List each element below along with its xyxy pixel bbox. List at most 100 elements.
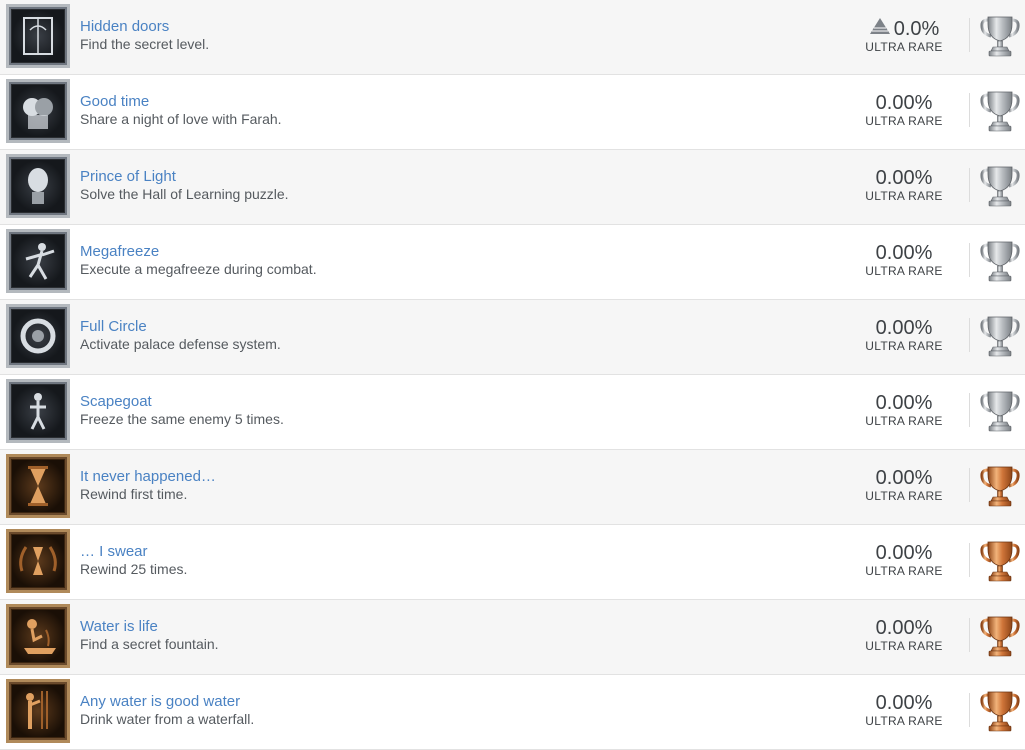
trophy-row: Full Circle Activate palace defense syst… [0, 300, 1025, 375]
trophy-name-link[interactable]: It never happened… [80, 468, 216, 486]
trophy-thumbnail[interactable] [6, 154, 70, 218]
trophy-percent: 0.00% [859, 392, 949, 414]
trophy-row: It never happened… Rewind first time. 0.… [0, 450, 1025, 525]
trophy-percent: 0.00% [859, 692, 949, 714]
trophy-text: Any water is good water Drink water from… [80, 693, 254, 728]
trophy-rarity-label: ULTRA RARE [865, 714, 943, 728]
enemy-icon [11, 384, 65, 438]
bronze-trophy-icon [979, 614, 1021, 658]
bronze-trophy-icon [979, 464, 1021, 508]
divider [969, 618, 970, 652]
trophy-text: Water is life Find a secret fountain. [80, 618, 219, 653]
trophy-row: … I swear Rewind 25 times. 0.00% ULTRA R… [0, 525, 1025, 600]
trophy-list: Hidden doors Find the secret level. 0.0%… [0, 0, 1025, 750]
trophy-description: Find the secret level. [80, 36, 210, 52]
trophy-thumbnail[interactable] [6, 679, 70, 743]
trophy-name-link[interactable]: Hidden doors [80, 18, 209, 36]
trophy-name-link[interactable]: Full Circle [80, 318, 281, 336]
trophy-rarity-label: ULTRA RARE [865, 189, 943, 203]
doors-icon [11, 9, 65, 63]
trophy-name-link[interactable]: … I swear [80, 543, 187, 561]
laurel-hourglass-icon [11, 534, 65, 588]
trophy-thumbnail[interactable] [6, 454, 70, 518]
trophy-thumbnail[interactable] [6, 529, 70, 593]
combat-icon [11, 234, 65, 288]
trophy-text: It never happened… Rewind first time. [80, 468, 216, 503]
trophy-text: Prince of Light Solve the Hall of Learni… [80, 168, 289, 203]
silver-trophy-icon [979, 89, 1021, 133]
trophy-name-link[interactable]: Water is life [80, 618, 219, 636]
divider [969, 168, 970, 202]
trophy-rarity-label: ULTRA RARE [865, 339, 943, 353]
trophy-row: Scapegoat Freeze the same enemy 5 times.… [0, 375, 1025, 450]
trophy-rarity: 0.00% ULTRA RARE [859, 467, 949, 504]
trophy-thumbnail[interactable] [6, 379, 70, 443]
trophy-row: Any water is good water Drink water from… [0, 675, 1025, 750]
trophy-name-link[interactable]: Prince of Light [80, 168, 289, 186]
trophy-rarity-label: ULTRA RARE [865, 564, 943, 578]
trophy-percent: 0.00% [859, 467, 949, 489]
trophy-row: Water is life Find a secret fountain. 0.… [0, 600, 1025, 675]
trophy-text: Megafreeze Execute a megafreeze during c… [80, 243, 317, 278]
trophy-description: Execute a megafreeze during combat. [80, 261, 317, 277]
trophy-rarity: 0.00% ULTRA RARE [859, 692, 949, 729]
trophy-description: Solve the Hall of Learning puzzle. [80, 186, 289, 202]
divider [969, 468, 970, 502]
trophy-description: Drink water from a waterfall. [80, 711, 255, 727]
trophy-name-link[interactable]: Good time [80, 93, 282, 111]
trophy-percent: 0.0% [859, 17, 949, 40]
trophy-thumbnail[interactable] [6, 4, 70, 68]
trophy-thumbnail[interactable] [6, 229, 70, 293]
trophy-percent: 0.00% [859, 542, 949, 564]
trophy-description: Rewind first time. [80, 486, 188, 502]
trophy-percent-value: 0.00% [875, 617, 933, 639]
trophy-rarity: 0.00% ULTRA RARE [859, 242, 949, 279]
ring-icon [11, 309, 65, 363]
trophy-row: Good time Share a night of love with Far… [0, 75, 1025, 150]
silver-trophy-icon [979, 14, 1021, 58]
trophy-description: Activate palace defense system. [80, 336, 281, 352]
trophy-rarity-label: ULTRA RARE [865, 40, 943, 54]
trophy-rarity-label: ULTRA RARE [865, 264, 943, 278]
trophy-rarity-label: ULTRA RARE [865, 414, 943, 428]
trophy-percent-value: 0.00% [875, 692, 933, 714]
trophy-name-link[interactable]: Scapegoat [80, 393, 284, 411]
divider [969, 318, 970, 352]
trophy-percent-value: 0.0% [893, 17, 940, 40]
trophy-percent-value: 0.00% [875, 467, 933, 489]
kiss-icon [11, 84, 65, 138]
trophy-name-link[interactable]: Megafreeze [80, 243, 317, 261]
trophy-text: Full Circle Activate palace defense syst… [80, 318, 281, 353]
trophy-percent: 0.00% [859, 92, 949, 114]
trophy-thumbnail[interactable] [6, 604, 70, 668]
trophy-rarity: 0.0% ULTRA RARE [859, 17, 949, 55]
trophy-description: Share a night of love with Farah. [80, 111, 282, 127]
trophy-percent-value: 0.00% [875, 542, 933, 564]
trophy-row: Hidden doors Find the secret level. 0.0%… [0, 0, 1025, 75]
trophy-percent: 0.00% [859, 317, 949, 339]
bronze-trophy-icon [979, 689, 1021, 733]
divider [969, 18, 970, 52]
trophy-text: … I swear Rewind 25 times. [80, 543, 187, 578]
trophy-rarity: 0.00% ULTRA RARE [859, 617, 949, 654]
trophy-percent-value: 0.00% [875, 317, 933, 339]
trophy-text: Scapegoat Freeze the same enemy 5 times. [80, 393, 284, 428]
trophy-percent-value: 0.00% [875, 242, 933, 264]
trophy-percent-value: 0.00% [875, 392, 933, 414]
divider [969, 693, 970, 727]
trophy-row: Megafreeze Execute a megafreeze during c… [0, 225, 1025, 300]
silver-trophy-icon [979, 239, 1021, 283]
trophy-name-link[interactable]: Any water is good water [80, 693, 254, 711]
trophy-rarity: 0.00% ULTRA RARE [859, 317, 949, 354]
divider [969, 393, 970, 427]
divider [969, 93, 970, 127]
silver-trophy-icon [979, 389, 1021, 433]
divider [969, 243, 970, 277]
trophy-rarity-label: ULTRA RARE [865, 639, 943, 653]
trophy-thumbnail[interactable] [6, 304, 70, 368]
trophy-text: Good time Share a night of love with Far… [80, 93, 282, 128]
statue-head-icon [11, 159, 65, 213]
trophy-percent-value: 0.00% [875, 167, 933, 189]
trophy-rarity-label: ULTRA RARE [865, 489, 943, 503]
trophy-thumbnail[interactable] [6, 79, 70, 143]
